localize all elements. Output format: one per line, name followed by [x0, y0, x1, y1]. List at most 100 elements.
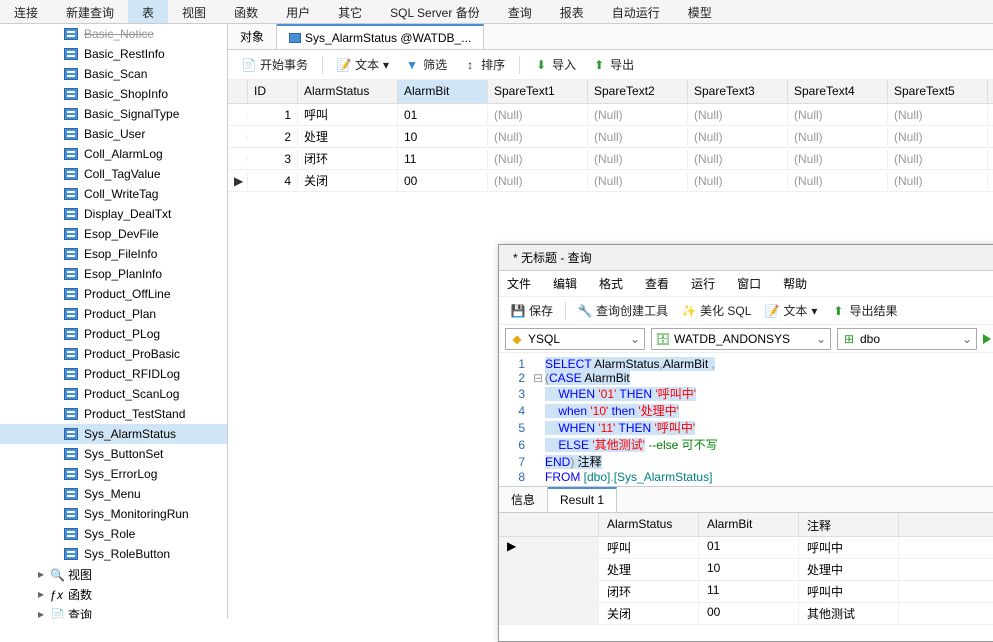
filter-button[interactable]: ▼筛选 — [399, 54, 453, 75]
tab-result1[interactable]: Result 1 — [548, 487, 617, 512]
tab-object[interactable]: 对象 — [228, 24, 277, 49]
tree-node-sys_monitoringrun[interactable]: Sys_MonitoringRun — [0, 504, 227, 524]
menu-6[interactable]: 其它 — [324, 0, 376, 23]
result-row[interactable]: 处理10处理中 — [499, 559, 993, 581]
query-menu-item[interactable]: 帮助 — [783, 275, 807, 292]
query-menu-item[interactable]: 文件 — [507, 275, 531, 292]
result-tabs: 信息 Result 1 — [499, 487, 993, 513]
table-icon — [64, 228, 78, 240]
grid-header-sparetext3[interactable]: SpareText3 — [688, 80, 788, 103]
tree-node-coll_alarmlog[interactable]: Coll_AlarmLog — [0, 144, 227, 164]
run-selected-button[interactable]: 运行已选择的 — [983, 330, 993, 347]
result-header[interactable]: AlarmStatus — [599, 513, 699, 536]
tree-node-coll_writetag[interactable]: Coll_WriteTag — [0, 184, 227, 204]
menu-10[interactable]: 自动运行 — [598, 0, 674, 23]
menu-2[interactable]: 表 — [128, 0, 168, 23]
query-menu-item[interactable]: 窗口 — [737, 275, 761, 292]
tree-node-product_teststand[interactable]: Product_TestStand — [0, 404, 227, 424]
query-toolbar: 💾保存 🔧查询创建工具 ✨美化 SQL 📝文本 ▾ ⬆导出结果 — [499, 297, 993, 325]
result-header[interactable]: AlarmBit — [699, 513, 799, 536]
tree-node-coll_tagvalue[interactable]: Coll_TagValue — [0, 164, 227, 184]
table-row[interactable]: 3闭环11(Null)(Null)(Null)(Null)(Null) — [228, 148, 993, 170]
tree-node-sys_buttonset[interactable]: Sys_ButtonSet — [0, 444, 227, 464]
grid-header-id[interactable]: ID — [248, 80, 298, 103]
grid-header-sparetext4[interactable]: SpareText4 — [788, 80, 888, 103]
tree-node-product_offline[interactable]: Product_OffLine — [0, 284, 227, 304]
tree-node-product_plan[interactable]: Product_Plan — [0, 304, 227, 324]
tree-node[interactable]: Basic_Notice — [0, 24, 227, 44]
grid-header-sparetext5[interactable]: SpareText5 — [888, 80, 988, 103]
menu-1[interactable]: 新建查询 — [52, 0, 128, 23]
begin-transaction-button[interactable]: 📄开始事务 — [236, 54, 314, 75]
menu-4[interactable]: 函数 — [220, 0, 272, 23]
query-menu-item[interactable]: 运行 — [691, 275, 715, 292]
tree-node-product_scanlog[interactable]: Product_ScanLog — [0, 384, 227, 404]
tree-node-basic_signaltype[interactable]: Basic_SignalType — [0, 104, 227, 124]
table-row[interactable]: 1呼叫01(Null)(Null)(Null)(Null)(Null) — [228, 104, 993, 126]
query-menu-item[interactable]: 格式 — [599, 275, 623, 292]
result-row[interactable]: ▶呼叫01呼叫中 — [499, 537, 993, 559]
query-builder-button[interactable]: 🔧查询创建工具 — [572, 300, 674, 321]
tree-node-sys_menu[interactable]: Sys_Menu — [0, 484, 227, 504]
query-title-bar[interactable]: * 无标题 - 查询 — [499, 245, 993, 271]
query-menu-item[interactable]: 编辑 — [553, 275, 577, 292]
save-button[interactable]: 💾保存 — [505, 300, 559, 321]
query-title: * 无标题 - 查询 — [513, 249, 592, 266]
tree-node-sys_rolebutton[interactable]: Sys_RoleButton — [0, 544, 227, 564]
table-row[interactable]: ▶4关闭00(Null)(Null)(Null)(Null)(Null) — [228, 170, 993, 192]
result-header[interactable]: 注释 — [799, 513, 899, 536]
tree-category[interactable]: ▸🔍视图 — [0, 564, 227, 584]
language-combo[interactable]: ◆YSQL⌄ — [505, 328, 645, 350]
menu-7[interactable]: SQL Server 备份 — [376, 0, 494, 23]
result-row[interactable]: 闭环11呼叫中 — [499, 581, 993, 603]
db-icon: 🗄 — [656, 332, 670, 346]
menu-8[interactable]: 查询 — [494, 0, 546, 23]
tree-node-product_probasic[interactable]: Product_ProBasic — [0, 344, 227, 364]
tree-node-product_rfidlog[interactable]: Product_RFIDLog — [0, 364, 227, 384]
tree-node-sys_role[interactable]: Sys_Role — [0, 524, 227, 544]
export-result-button[interactable]: ⬆导出结果 — [825, 300, 903, 321]
import-button[interactable]: ⬇导入 — [528, 54, 582, 75]
tree-node-basic_restinfo[interactable]: Basic_RestInfo — [0, 44, 227, 64]
query-menu-item[interactable]: 查看 — [645, 275, 669, 292]
tree-node-esop_fileinfo[interactable]: Esop_FileInfo — [0, 244, 227, 264]
text-dropdown[interactable]: 📝文本 ▾ — [759, 300, 823, 321]
table-icon — [289, 33, 301, 43]
menu-11[interactable]: 模型 — [674, 0, 726, 23]
tree-node-product_plog[interactable]: Product_PLog — [0, 324, 227, 344]
document-icon: 📄 — [242, 58, 256, 72]
table-row[interactable]: 2处理10(Null)(Null)(Null)(Null)(Null) — [228, 126, 993, 148]
grid-header-alarmbit[interactable]: AlarmBit — [398, 80, 488, 103]
table-icon — [64, 88, 78, 100]
table-icon — [64, 208, 78, 220]
grid-header-sparetext1[interactable]: SpareText1 — [488, 80, 588, 103]
grid-header-sparetext2[interactable]: SpareText2 — [588, 80, 688, 103]
tree-node-esop_planinfo[interactable]: Esop_PlanInfo — [0, 264, 227, 284]
beautify-sql-button[interactable]: ✨美化 SQL — [676, 300, 757, 321]
text-dropdown[interactable]: 📝文本 ▾ — [331, 54, 395, 75]
tree-node-basic_user[interactable]: Basic_User — [0, 124, 227, 144]
tree-node-sys_errorlog[interactable]: Sys_ErrorLog — [0, 464, 227, 484]
top-menu: 连接新建查询表视图函数用户其它SQL Server 备份查询报表自动运行模型 — [0, 0, 993, 24]
schema-combo[interactable]: ⊞dbo⌄ — [837, 328, 977, 350]
table-icon — [64, 348, 78, 360]
sql-editor[interactable]: 1 SELECT AlarmStatus,AlarmBit ,2⊟(CASE A… — [499, 353, 993, 487]
tree-node-basic_scan[interactable]: Basic_Scan — [0, 64, 227, 84]
database-combo[interactable]: 🗄WATDB_ANDONSYS⌄ — [651, 328, 831, 350]
tree-node-esop_devfile[interactable]: Esop_DevFile — [0, 224, 227, 244]
tree-node-basic_shopinfo[interactable]: Basic_ShopInfo — [0, 84, 227, 104]
menu-5[interactable]: 用户 — [272, 0, 324, 23]
tree-category[interactable]: ▸ƒ𝑥函数 — [0, 584, 227, 604]
menu-3[interactable]: 视图 — [168, 0, 220, 23]
grid-header-alarmstatus[interactable]: AlarmStatus — [298, 80, 398, 103]
result-row[interactable]: 关闭00其他测试 — [499, 603, 993, 625]
menu-9[interactable]: 报表 — [546, 0, 598, 23]
tab-alarmstatus[interactable]: Sys_AlarmStatus @WATDB_... — [277, 24, 484, 49]
export-button[interactable]: ⬆导出 — [586, 54, 640, 75]
tab-info[interactable]: 信息 — [499, 487, 548, 512]
tree-category[interactable]: ▸📄查询 — [0, 604, 227, 619]
sort-button[interactable]: ↕排序 — [457, 54, 511, 75]
menu-0[interactable]: 连接 — [0, 0, 52, 23]
tree-node-sys_alarmstatus[interactable]: Sys_AlarmStatus — [0, 424, 227, 444]
tree-node-display_dealtxt[interactable]: Display_DealTxt — [0, 204, 227, 224]
